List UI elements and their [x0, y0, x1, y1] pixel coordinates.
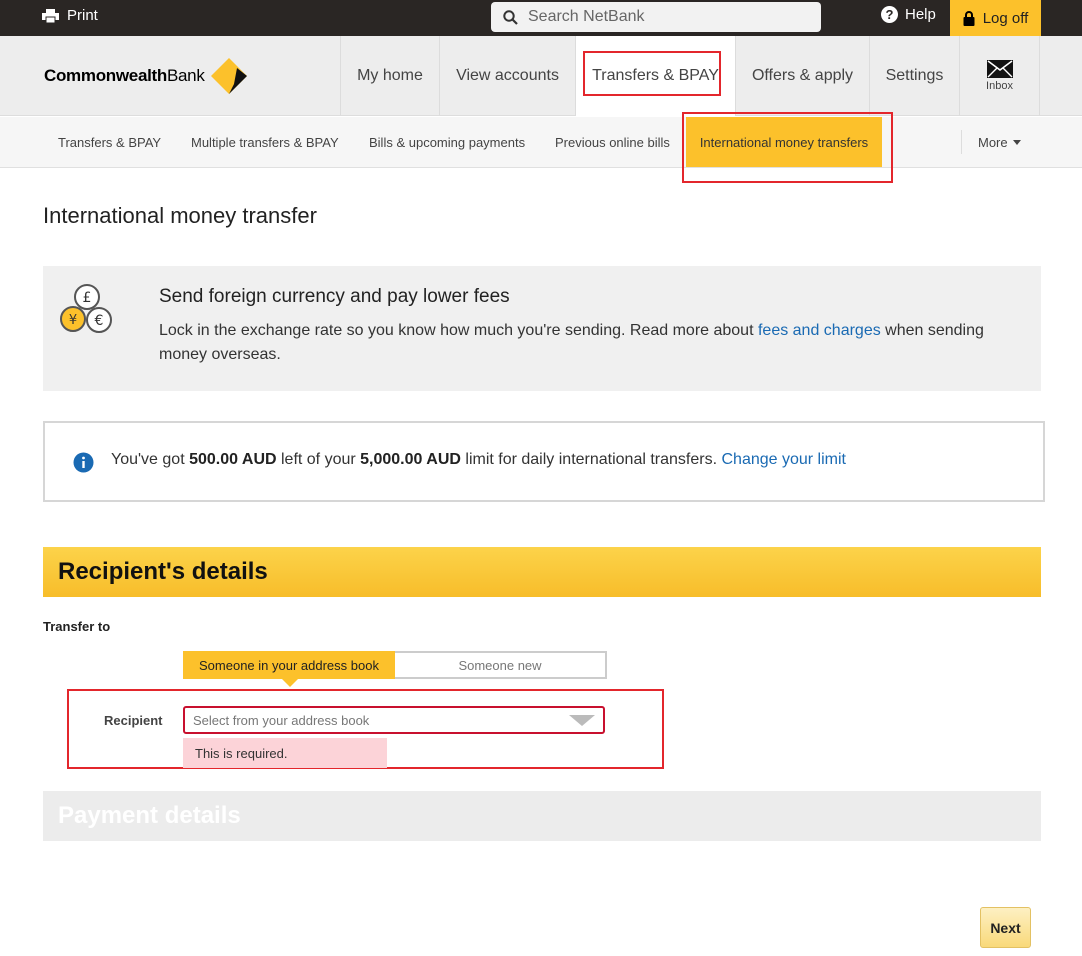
envelope-icon — [986, 60, 1013, 78]
print-label: Print — [67, 7, 98, 24]
limit-amount: 5,000.00 AUD — [360, 451, 461, 468]
subnav-bills-upcoming[interactable]: Bills & upcoming payments — [369, 117, 525, 167]
nav-my-home[interactable]: My home — [340, 36, 439, 116]
log-off-label: Log off — [982, 9, 1029, 27]
promo-title: Send foreign currency and pay lower fees — [159, 286, 510, 307]
inbox-label: Inbox — [986, 80, 1013, 92]
subnav-divider — [961, 130, 962, 154]
svg-text:£: £ — [83, 290, 92, 306]
promo-banner: £ ¥ € Send foreign currency and pay lowe… — [43, 266, 1041, 391]
svg-text:¥: ¥ — [69, 313, 77, 328]
printer-icon — [42, 8, 59, 23]
info-icon — [73, 452, 94, 473]
nav-settings[interactable]: Settings — [869, 36, 959, 116]
recipient-select-placeholder: Select from your address book — [193, 712, 370, 728]
recipient-error-message: This is required. — [183, 738, 387, 768]
recipient-section-title: Recipient's details — [58, 558, 268, 585]
caret-down-icon — [1012, 139, 1021, 145]
nav-view-accounts[interactable]: View accounts — [439, 36, 575, 116]
logo-wordmark: CommonwealthBank — [44, 66, 205, 85]
log-off-button[interactable]: Log off — [950, 0, 1041, 36]
nav-offers-apply[interactable]: Offers & apply — [735, 36, 869, 116]
subnav-transfers-bpay[interactable]: Transfers & BPAY — [58, 117, 161, 167]
payment-section-title: Payment details — [58, 802, 241, 829]
limit-info-text: You've got 500.00 AUD left of your 5,000… — [111, 451, 846, 468]
recipient-type-toggle: Someone in your address book Someone new — [183, 651, 607, 687]
more-label: More — [978, 134, 1008, 150]
search-icon — [503, 9, 518, 25]
page-title: International money transfer — [43, 203, 317, 228]
next-button[interactable]: Next — [980, 907, 1031, 948]
change-limit-link[interactable]: Change your limit — [721, 451, 846, 468]
help-label: Help — [905, 6, 936, 23]
help-link[interactable]: ? Help — [881, 6, 936, 23]
promo-text: Lock in the exchange rate so you know ho… — [159, 322, 984, 363]
print-button[interactable]: Print — [42, 7, 98, 24]
search-input[interactable] — [528, 8, 798, 26]
subnav-multiple-transfers[interactable]: Multiple transfers & BPAY — [191, 117, 339, 167]
subnav-previous-bills[interactable]: Previous online bills — [555, 117, 670, 167]
top-bar: Print ? Help Log off — [0, 0, 1082, 36]
lock-icon — [963, 10, 975, 26]
transfer-to-label: Transfer to — [43, 619, 111, 634]
fees-and-charges-link[interactable]: fees and charges — [758, 322, 881, 339]
main-nav-items: My home View accounts Transfers & BPAY O… — [340, 36, 1040, 116]
dropdown-arrow-icon — [569, 715, 595, 726]
currency-coins-icon: £ ¥ € — [60, 284, 112, 333]
recipient-label: Recipient — [104, 713, 163, 728]
recipient-select[interactable]: Select from your address book — [183, 706, 605, 734]
recipient-section-header: Recipient's details — [43, 547, 1041, 597]
sub-nav: Transfers & BPAY Multiple transfers & BP… — [0, 117, 1082, 168]
toggle-someone-new[interactable]: Someone new — [395, 653, 605, 677]
nav-transfers-bpay[interactable]: Transfers & BPAY — [575, 36, 735, 116]
commbank-logo[interactable]: CommonwealthBank — [44, 58, 247, 94]
nav-inbox[interactable]: Inbox — [959, 36, 1040, 116]
main-nav: CommonwealthBank My home View accounts T… — [0, 36, 1082, 116]
search-box[interactable] — [491, 2, 821, 32]
limit-info-box: You've got 500.00 AUD left of your 5,000… — [43, 421, 1045, 502]
toggle-address-book[interactable]: Someone in your address book — [183, 651, 395, 687]
subnav-more-dropdown[interactable]: More — [978, 117, 1021, 167]
svg-text:€: € — [95, 313, 104, 329]
remaining-amount: 500.00 AUD — [189, 451, 277, 468]
subnav-international-transfers[interactable]: International money transfers — [686, 117, 882, 167]
help-icon: ? — [881, 6, 898, 23]
payment-section-header: Payment details — [43, 791, 1041, 841]
commbank-diamond-icon — [210, 58, 247, 94]
